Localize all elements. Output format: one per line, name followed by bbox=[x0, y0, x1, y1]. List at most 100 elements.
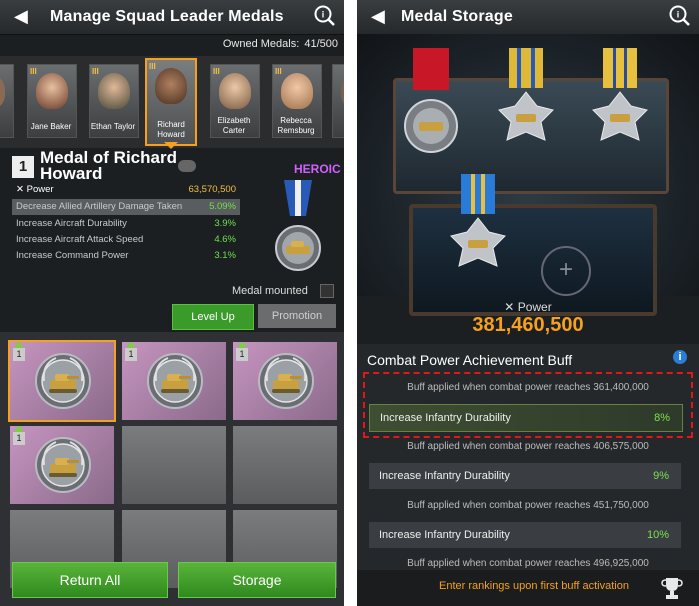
stat-label: Decrease Allied Artillery Damage Taken bbox=[16, 201, 183, 212]
medal-case: + bbox=[357, 34, 699, 316]
promotion-button[interactable]: Promotion bbox=[258, 304, 336, 328]
buff-value: 8% bbox=[654, 412, 670, 424]
crossed-swords-icon: ✕ bbox=[16, 184, 27, 195]
medal-level-badge: 1 bbox=[236, 348, 248, 361]
medal-level-badge: 1 bbox=[13, 432, 25, 445]
page-title: Medal Storage bbox=[401, 8, 513, 25]
inventory-medal-slot[interactable]: 1 bbox=[10, 425, 114, 504]
rank-stripe-icon: III bbox=[213, 67, 220, 76]
portrait-card-partial[interactable] bbox=[0, 64, 14, 138]
add-medal-slot-button[interactable]: + bbox=[541, 246, 591, 296]
medal-name: Medal of Richard Howard bbox=[40, 148, 177, 183]
stat-value: 3.9% bbox=[214, 218, 236, 229]
info-magnifier-icon[interactable]: i bbox=[314, 5, 336, 27]
rankings-note-text: Enter rankings upon first buff activatio… bbox=[439, 580, 629, 592]
storage-button[interactable]: Storage bbox=[178, 562, 336, 598]
buff-threshold-caption: Buff applied when combat power reaches 4… bbox=[407, 441, 649, 452]
return-all-button[interactable]: Return All bbox=[12, 562, 168, 598]
inventory-empty-slot[interactable] bbox=[122, 426, 226, 504]
stat-row: Increase Aircraft Durability 3.9% bbox=[12, 216, 240, 232]
buff-row: Increase Infantry Durability 9% bbox=[369, 463, 681, 489]
achievement-buff-section: Combat Power Achievement Buff i Buff app… bbox=[357, 344, 699, 606]
avatar bbox=[36, 73, 68, 109]
svg-text:i: i bbox=[322, 10, 325, 20]
tank-medal-icon bbox=[35, 437, 91, 493]
rank-stripe-icon: III bbox=[30, 67, 37, 76]
owned-medals-label: Owned Medals: bbox=[222, 38, 300, 50]
info-magnifier-icon[interactable]: i bbox=[669, 5, 691, 27]
rank-stripe-icon: III bbox=[275, 67, 282, 76]
tank-medal-icon bbox=[258, 353, 314, 409]
stat-value: 4.6% bbox=[214, 234, 236, 245]
power-label: ✕ Power bbox=[16, 184, 54, 195]
right-title-bar: ◀ Medal Storage i bbox=[357, 0, 699, 35]
buff-label: Increase Infantry Durability bbox=[379, 470, 510, 482]
page-title: Manage Squad Leader Medals bbox=[50, 8, 284, 25]
stat-row: Increase Command Power 3.1% bbox=[12, 248, 240, 264]
section-title: Combat Power Achievement Buff bbox=[367, 352, 573, 368]
medal-storage-panel: ◀ Medal Storage i + ✕ Power 381,460,500 … bbox=[357, 0, 699, 606]
buff-value: 10% bbox=[646, 529, 669, 541]
avatar bbox=[281, 73, 313, 109]
info-icon[interactable]: i bbox=[673, 350, 687, 364]
crossed-swords-icon: ✕ bbox=[504, 300, 518, 314]
red-ribbon-medal-icon[interactable] bbox=[403, 48, 459, 158]
medal-preview-icon bbox=[275, 180, 321, 271]
stat-row: Decrease Allied Artillery Damage Taken 5… bbox=[12, 199, 240, 215]
rarity-label: HEROIC bbox=[294, 162, 341, 176]
portrait-name: Ethan Taylor bbox=[90, 122, 136, 131]
portrait-name: Elizabeth Carter bbox=[217, 116, 251, 135]
inventory-empty-slot[interactable] bbox=[233, 426, 337, 504]
portrait-name: Richard Howard bbox=[157, 120, 185, 139]
buff-value: 9% bbox=[653, 470, 669, 482]
stat-label: Increase Command Power bbox=[16, 250, 129, 261]
manage-medals-panel: ◀ Manage Squad Leader Medals i Owned Med… bbox=[0, 0, 344, 606]
storage-power-value: 381,460,500 bbox=[472, 314, 584, 336]
stat-value: 3.1% bbox=[214, 250, 236, 261]
portrait-card-partial[interactable] bbox=[332, 64, 344, 138]
portrait-name: Rebecca Remsburg bbox=[277, 116, 315, 135]
svg-text:i: i bbox=[677, 10, 680, 20]
avatar bbox=[219, 73, 251, 109]
back-arrow-icon[interactable]: ◀ bbox=[371, 6, 385, 27]
rank-stripe-icon: III bbox=[149, 62, 156, 71]
buff-threshold-caption: Buff applied when combat power reaches 4… bbox=[407, 558, 649, 569]
back-arrow-icon[interactable]: ◀ bbox=[14, 6, 28, 27]
medal-mounted-checkbox[interactable] bbox=[320, 284, 334, 298]
blue-striped-medal-icon[interactable] bbox=[449, 174, 507, 284]
rank-stripe-icon: III bbox=[92, 67, 99, 76]
avatar bbox=[155, 68, 187, 104]
tank-medal-icon bbox=[147, 353, 203, 409]
left-title-bar: ◀ Manage Squad Leader Medals i bbox=[0, 0, 344, 35]
medal-level-badge: 1 bbox=[13, 348, 25, 361]
inventory-medal-slot[interactable]: 1 bbox=[8, 340, 116, 422]
power-value: 63,570,500 bbox=[188, 184, 236, 195]
stat-label: Increase Aircraft Attack Speed bbox=[16, 234, 144, 245]
buff-label: Increase Infantry Durability bbox=[380, 412, 511, 424]
lock-toggle-icon[interactable] bbox=[178, 160, 196, 172]
buff-row-active: Increase Infantry Durability 8% bbox=[369, 404, 683, 432]
level-up-button[interactable]: Level Up bbox=[172, 304, 254, 330]
medal-level-badge: 1 bbox=[125, 348, 137, 361]
squad-leader-portrait-strip: III Jane Baker III Ethan Taylor III Rich… bbox=[0, 56, 344, 149]
stat-row: Increase Aircraft Attack Speed 4.6% bbox=[12, 232, 240, 248]
owned-medals-value: 41/500 bbox=[304, 38, 338, 50]
stat-value: 5.09% bbox=[209, 201, 236, 212]
rankings-note-bar: Enter rankings upon first buff activatio… bbox=[357, 570, 699, 606]
medal-mounted-label: Medal mounted bbox=[232, 285, 308, 297]
avatar bbox=[98, 73, 130, 109]
buff-threshold-caption: Buff applied when combat power reaches 3… bbox=[407, 382, 649, 393]
storage-power-label: ✕ Power bbox=[504, 300, 552, 314]
inventory-medal-slot[interactable]: 1 bbox=[122, 341, 226, 420]
owned-medals-counter: Owned Medals: 41/500 bbox=[221, 38, 338, 50]
power-row: ✕ Power 63,570,500 bbox=[12, 182, 240, 198]
portrait-name: Jane Baker bbox=[30, 122, 72, 131]
gold-striped-medal-icon[interactable] bbox=[591, 48, 649, 158]
buff-row: Increase Infantry Durability 10% bbox=[369, 522, 681, 548]
buff-label: Increase Infantry Durability bbox=[379, 529, 510, 541]
inventory-medal-slot[interactable]: 1 bbox=[233, 341, 337, 420]
medal-rank-badge: 1 bbox=[12, 156, 34, 178]
gold-striped-medal-icon[interactable] bbox=[497, 48, 555, 158]
trophy-icon[interactable] bbox=[661, 576, 683, 600]
stat-label: Increase Aircraft Durability bbox=[16, 218, 127, 229]
